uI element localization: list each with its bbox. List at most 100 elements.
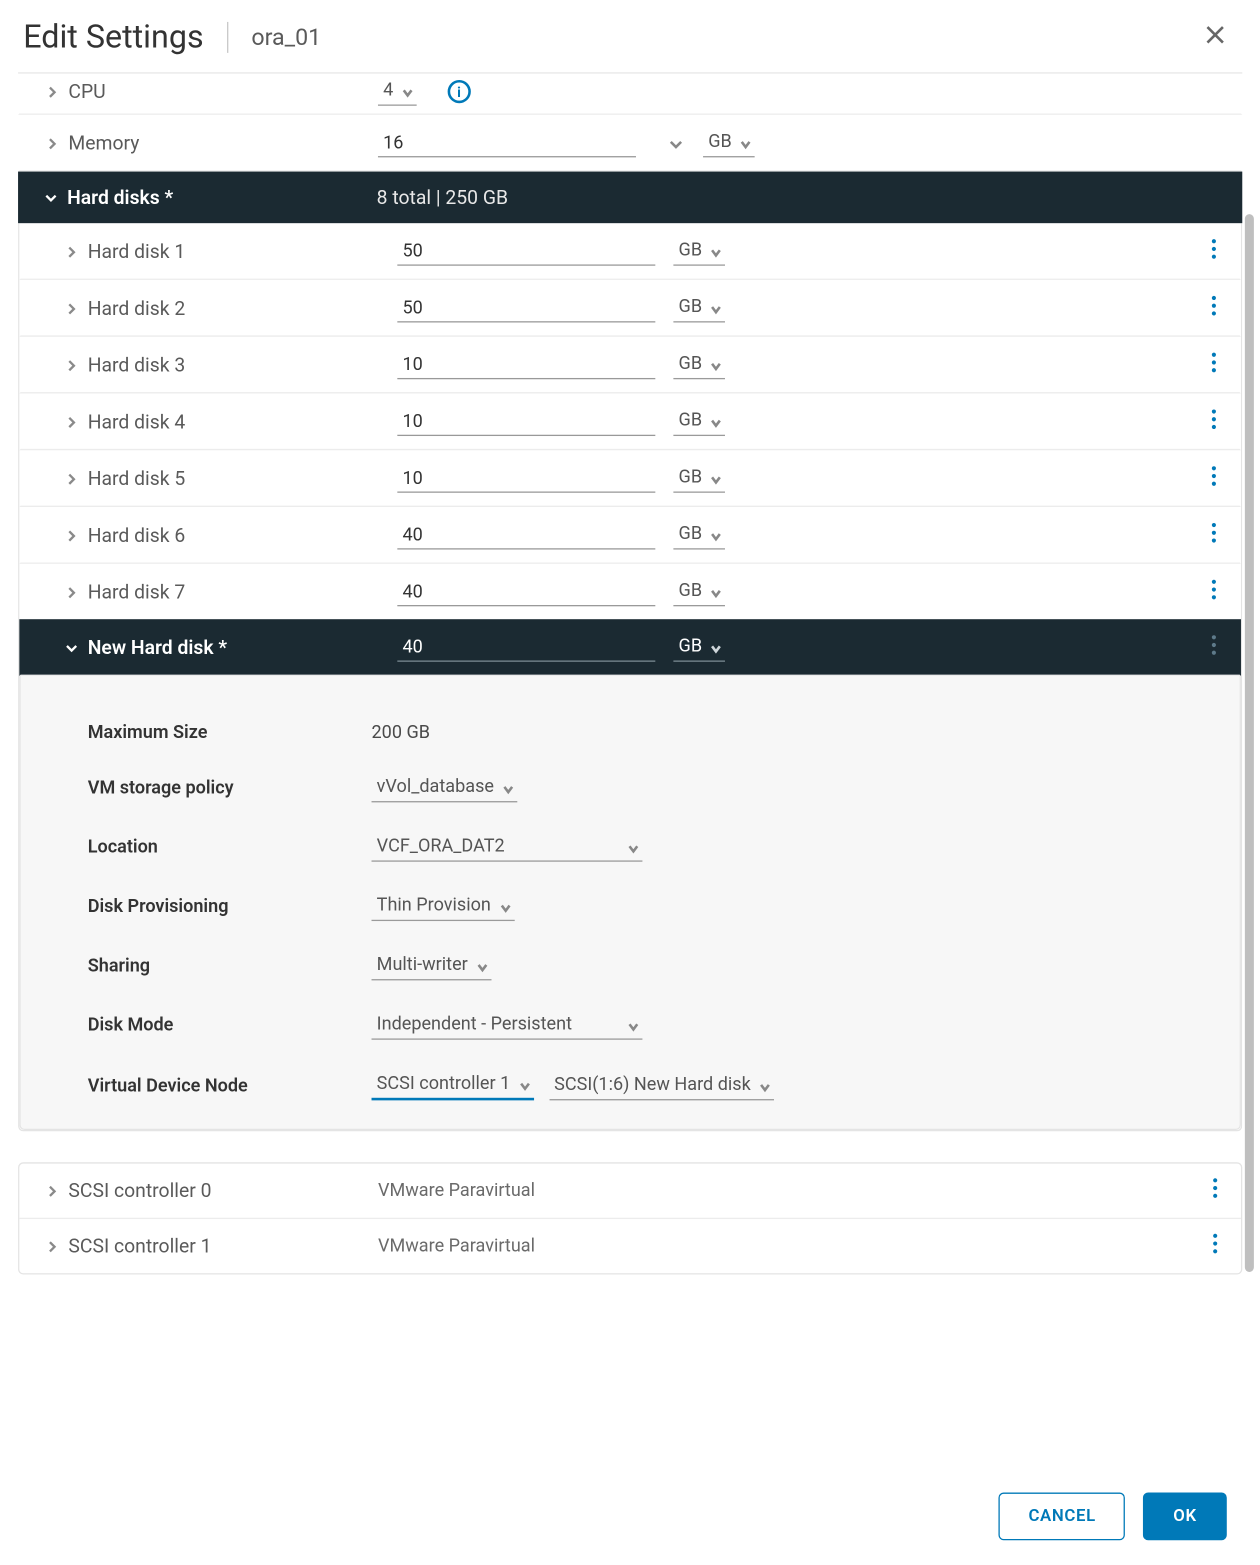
storage-policy-label: VM storage policy [88, 778, 372, 799]
hard-disk-row: Hard disk 2 GB [19, 280, 1240, 337]
disk-actions-menu[interactable] [1206, 404, 1221, 440]
hard-disk-label: Hard disk 2 [88, 297, 186, 320]
disk-unit-select[interactable]: GB [673, 237, 725, 265]
provisioning-value: Thin Provision [377, 895, 491, 916]
disk-actions-menu[interactable] [1206, 461, 1221, 497]
new-hard-disk-label: New Hard disk * [88, 636, 227, 659]
controller-actions-menu[interactable] [1207, 1173, 1222, 1209]
close-icon[interactable] [1195, 15, 1234, 59]
memory-size-input[interactable] [378, 130, 636, 157]
scsi-controllers-group: SCSI controller 0VMware ParavirtualSCSI … [18, 1162, 1242, 1274]
scrollbar[interactable] [1244, 72, 1253, 1470]
sharing-label: Sharing [88, 956, 372, 977]
chevron-right-icon[interactable] [62, 416, 80, 428]
chevron-right-icon[interactable] [62, 586, 80, 598]
vdn-slot-select[interactable]: SCSI(1:6) New Hard disk [549, 1071, 774, 1099]
disk-actions-menu[interactable] [1206, 233, 1221, 269]
ok-button[interactable]: OK [1144, 1493, 1227, 1541]
chevron-right-icon[interactable] [43, 137, 61, 149]
disk-unit: GB [679, 410, 703, 431]
chevron-down-icon [41, 192, 59, 204]
memory-unit-select[interactable]: GB [703, 129, 755, 157]
chevron-down-icon [710, 471, 723, 484]
chevron-right-icon[interactable] [62, 530, 80, 542]
provisioning-label: Disk Provisioning [88, 897, 372, 918]
cpu-count-select[interactable]: 4 [378, 77, 417, 105]
disk-size-input[interactable] [397, 408, 655, 435]
scsi-controller-label: SCSI controller 1 [68, 1235, 211, 1258]
new-disk-unit-select[interactable]: GB [673, 633, 725, 661]
chevron-down-icon[interactable] [62, 642, 80, 654]
chevron-down-icon [710, 301, 723, 314]
chevron-down-icon [758, 1078, 771, 1091]
hard-disks-group: Hard disk 1GBHard disk 2GBHard disk 3GBH… [18, 223, 1242, 1131]
chevron-right-icon[interactable] [62, 359, 80, 371]
cancel-button[interactable]: CANCEL [999, 1493, 1126, 1541]
hard-disk-row: Hard disk 3GB [19, 337, 1240, 394]
disk-unit-select[interactable]: GB [673, 521, 725, 549]
new-disk-details-panel: Maximum Size 200 GB VM storage policy vV… [19, 676, 1240, 1130]
disk-mode-select[interactable]: Independent - Persistent [372, 1011, 643, 1039]
new-hard-disk-row: New Hard disk * GB [19, 619, 1240, 676]
chevron-down-icon [627, 840, 640, 853]
chevron-down-icon[interactable] [667, 134, 685, 152]
disk-size-input[interactable] [397, 352, 655, 379]
location-label: Location [88, 837, 372, 858]
chevron-right-icon[interactable] [62, 473, 80, 485]
location-select[interactable]: VCF_ORA_DAT2 [372, 833, 643, 861]
scsi-controller-type: VMware Paravirtual [378, 1236, 535, 1257]
disk-actions-menu[interactable] [1206, 290, 1221, 326]
hard-disk-label: Hard disk 4 [88, 410, 186, 433]
disk-size-input[interactable] [397, 522, 655, 549]
disk-mode-label: Disk Mode [88, 1015, 372, 1036]
disk-actions-menu[interactable] [1206, 574, 1221, 610]
sharing-select[interactable]: Multi-writer [372, 952, 491, 980]
new-disk-size-input[interactable] [397, 634, 655, 661]
chevron-down-icon [476, 958, 489, 971]
disk-actions-menu[interactable] [1206, 347, 1221, 383]
scroll-thumb[interactable] [1244, 214, 1253, 1272]
chevron-down-icon [710, 244, 723, 257]
disk-size-input[interactable] [397, 465, 655, 492]
disk-unit-select[interactable]: GB [673, 578, 725, 606]
controller-actions-menu[interactable] [1207, 1228, 1222, 1264]
info-icon[interactable]: i [447, 80, 470, 103]
chevron-right-icon[interactable] [62, 246, 80, 258]
new-disk-unit: GB [679, 636, 703, 657]
scsi-controller-type: VMware Paravirtual [378, 1180, 535, 1201]
vdn-controller-select[interactable]: SCSI controller 1 [372, 1071, 534, 1101]
hard-disk-row: Hard disk 5GB [19, 450, 1240, 507]
disk-size-input[interactable] [397, 238, 655, 265]
disk-actions-menu[interactable] [1206, 517, 1221, 553]
hard-disks-header[interactable]: Hard disks * 8 total | 250 GB [18, 172, 1242, 224]
chevron-down-icon [710, 357, 723, 370]
disk-size-input[interactable] [397, 295, 655, 322]
hard-disk-row: Hard disk 6 GB [19, 507, 1240, 564]
chevron-down-icon [627, 1018, 640, 1031]
disk-unit: GB [679, 467, 703, 488]
disk-unit: GB [679, 524, 703, 545]
hard-disk-label: Hard disk 1 [88, 240, 186, 263]
header-divider [227, 22, 228, 53]
chevron-right-icon[interactable] [43, 1240, 61, 1252]
disk-size-input[interactable] [397, 579, 655, 606]
disk-unit-select[interactable]: GB [673, 464, 725, 492]
chevron-right-icon[interactable] [43, 1185, 61, 1197]
chevron-right-icon[interactable] [43, 86, 61, 98]
disk-unit: GB [679, 353, 703, 374]
storage-policy-value: vVol_database [377, 777, 494, 798]
chevron-down-icon [740, 135, 753, 148]
chevron-right-icon[interactable] [62, 303, 80, 315]
new-disk-actions-menu[interactable] [1206, 630, 1221, 666]
chevron-down-icon [518, 1077, 531, 1090]
disk-unit-select[interactable]: GB [673, 408, 725, 436]
disk-unit-select[interactable]: GB [673, 294, 725, 322]
provisioning-select[interactable]: Thin Provision [372, 893, 515, 921]
storage-policy-select[interactable]: vVol_database [372, 774, 518, 802]
disk-mode-value: Independent - Persistent [377, 1014, 572, 1035]
hard-disk-label: Hard disk 6 [88, 524, 186, 547]
chevron-down-icon [710, 528, 723, 541]
vdn-label: Virtual Device Node [88, 1075, 372, 1096]
disk-unit-select[interactable]: GB [673, 351, 725, 379]
hard-disk-row: Hard disk 1 GB [19, 223, 1240, 280]
